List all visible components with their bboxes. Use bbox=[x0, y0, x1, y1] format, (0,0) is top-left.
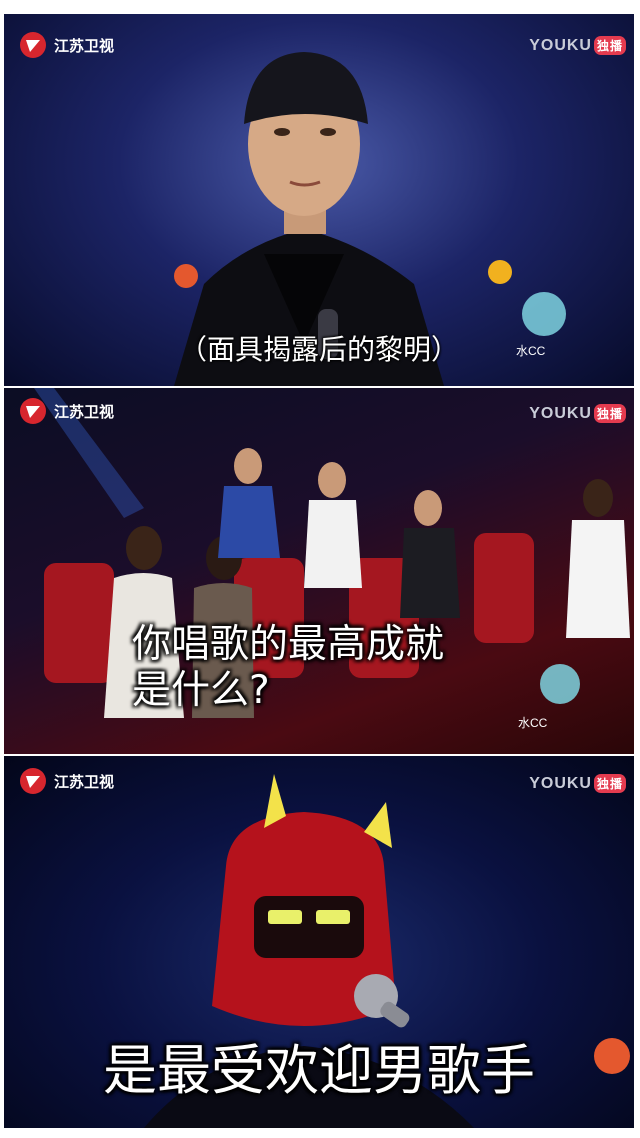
youku-badge: 独播 bbox=[593, 774, 626, 793]
youku-name: YOUKU bbox=[529, 37, 592, 54]
broadcaster-name: 江苏卫视 bbox=[54, 402, 115, 421]
subtitle-line-2: 是什么? bbox=[132, 668, 270, 713]
youku-watermark: YOUKU 独播 bbox=[529, 36, 626, 55]
sponsor-label: 水CC bbox=[518, 716, 548, 730]
subtitle-panel-1: （面具揭露后的黎明） bbox=[178, 333, 459, 366]
comic-panel-2: 江苏卫视 YOUKU 独播 水CC 你唱歌的最高成就 是什么? bbox=[4, 388, 634, 754]
subtitle-line-1: 你唱歌的最高成就 bbox=[132, 622, 445, 667]
youku-badge: 独播 bbox=[593, 36, 626, 55]
youku-watermark: YOUKU 独播 bbox=[529, 404, 626, 423]
youku-name: YOUKU bbox=[529, 405, 592, 422]
broadcaster-name: 江苏卫视 bbox=[54, 772, 115, 791]
jiangsu-tv-icon bbox=[20, 398, 46, 424]
youku-name: YOUKU bbox=[529, 775, 592, 792]
comic-panel-3: 江苏卫视 YOUKU 独播 是最受欢迎男歌手 bbox=[4, 756, 634, 1128]
subtitle-panel-2: 你唱歌的最高成就 是什么? bbox=[132, 622, 444, 714]
broadcaster-name: 江苏卫视 bbox=[54, 36, 115, 55]
youku-badge: 独播 bbox=[593, 404, 626, 423]
youku-watermark: YOUKU 独播 bbox=[529, 774, 626, 793]
jiangsu-tv-icon bbox=[20, 768, 46, 794]
jiangsu-tv-icon bbox=[20, 32, 46, 58]
subtitle-panel-3: 是最受欢迎男歌手 bbox=[103, 1039, 535, 1102]
comic-panel-1: 江苏卫视 YOUKU 独播 水CC （面具揭露后的黎明） bbox=[4, 14, 634, 386]
broadcaster-logo: 江苏卫视 bbox=[16, 30, 114, 60]
broadcaster-logo: 江苏卫视 bbox=[16, 766, 114, 796]
broadcaster-logo: 江苏卫视 bbox=[16, 396, 114, 426]
